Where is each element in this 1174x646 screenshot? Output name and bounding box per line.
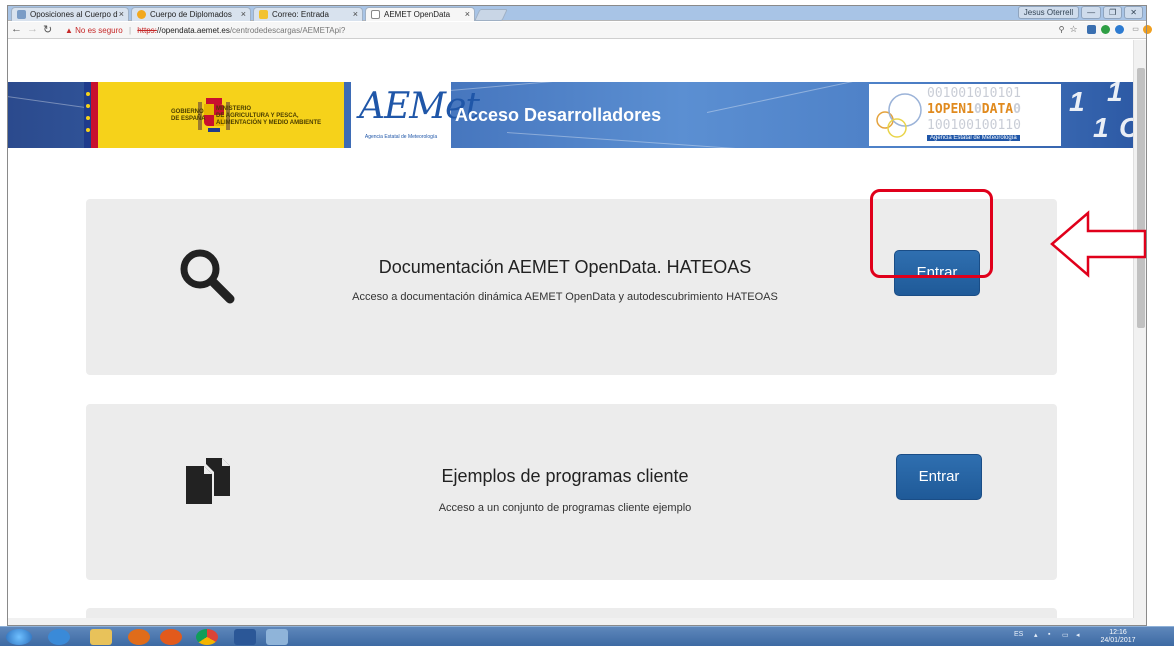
system-clock[interactable]: 12:16 24/01/2017 [1100, 629, 1136, 645]
mail-icon [259, 10, 268, 19]
card-description: Acceso a documentación dinámica AEMET Op… [352, 291, 778, 303]
tab-label: Correo: Entrada [272, 10, 329, 19]
network-icon[interactable]: ▪ [1048, 631, 1050, 638]
close-window-button[interactable]: ✕ [1124, 6, 1143, 19]
card-third [86, 608, 1057, 618]
tab-close-icon[interactable]: × [353, 9, 358, 19]
reload-icon[interactable]: ↻ [43, 23, 52, 36]
windows-taskbar: ES ▴ ▪ ▭ ◂ 12:16 24/01/2017 [0, 626, 1174, 646]
gov-label: GOBIERNO DE ESPAÑA [171, 109, 206, 122]
page-title: Acceso Desarrolladores [455, 105, 662, 125]
screenshot-frame: Oposiciones al Cuerpo d × Cuerpo de Dipl… [0, 0, 1174, 646]
restore-button[interactable]: ❐ [1103, 6, 1123, 19]
vertical-scrollbar[interactable] [1133, 40, 1147, 618]
extension-icon[interactable]: ▭ [1131, 25, 1140, 34]
browser-tab-strip: Oposiciones al Cuerpo d × Cuerpo de Dipl… [7, 6, 1147, 21]
folder-icon[interactable] [90, 629, 112, 645]
security-label[interactable]: No es seguro [75, 26, 123, 35]
binary-row: 100100100110 [927, 118, 1021, 133]
chrome-icon[interactable] [196, 629, 218, 645]
new-tab-button[interactable] [474, 9, 508, 21]
circles-logo-icon [876, 93, 922, 138]
decorative-digit: 1 [1093, 112, 1109, 143]
opendata-logo: 001001010101 1OPEN10DATA0 100100100110 A… [869, 84, 1061, 146]
aemet-logo: AEMet Agencia Estatal de Meteorología [351, 82, 480, 148]
tab-close-icon[interactable]: × [465, 9, 470, 19]
eu-flag-icon [84, 82, 98, 148]
internet-explorer-icon[interactable] [48, 629, 70, 645]
card-title: Ejemplos de programas cliente [441, 466, 689, 486]
card-title: Documentación AEMET OpenData. HATEOAS [378, 257, 752, 277]
search-icon [180, 249, 235, 304]
documents-icon [186, 458, 230, 504]
zoom-icon[interactable]: ⚲ [1057, 25, 1066, 34]
left-arrow-annotation-icon [1050, 210, 1147, 278]
clock-time: 12:16 [1109, 629, 1127, 636]
tab-close-icon[interactable]: × [241, 9, 246, 19]
extension-icon[interactable] [1087, 25, 1096, 34]
window-controls: Jesus Oterrell — ❐ ✕ [1017, 6, 1143, 19]
separator: | [128, 26, 132, 35]
binary-row: 001001010101 [927, 86, 1021, 101]
opendata-wordmark: 1OPEN10DATA0 [927, 102, 1021, 117]
battery-icon[interactable]: ▭ [1062, 631, 1069, 639]
tab-label: Oposiciones al Cuerpo d [30, 10, 118, 19]
language-indicator[interactable]: ES [1014, 631, 1023, 638]
app-icon[interactable] [266, 629, 288, 645]
forward-arrow-icon[interactable]: → [27, 23, 38, 35]
page-viewport: GOBIERNO DE ESPAÑA MINISTERIO DE AGRICUL… [7, 40, 1133, 618]
profile-button[interactable]: Jesus Oterrell [1017, 6, 1080, 19]
decorative-digit: 1 [1107, 82, 1123, 107]
start-button-icon[interactable] [6, 629, 32, 645]
tab-favicon-icon [17, 10, 26, 19]
url-path: /centrodedescargas/AEMETApi? [229, 26, 346, 35]
page-icon [371, 10, 380, 19]
tray-chevron-icon[interactable]: ▴ [1034, 631, 1038, 639]
clock-date: 24/01/2017 [1100, 637, 1136, 644]
opendata-agency-label: Agencia Estatal de Meteorología [927, 135, 1020, 141]
aemet-subtitle: Agencia Estatal de Meteorología [364, 134, 438, 140]
tab-aemet-opendata[interactable]: AEMET OpenData × [365, 7, 475, 21]
media-player-icon[interactable] [128, 629, 150, 645]
menu-icon[interactable] [1143, 25, 1152, 34]
browser-toolbar: ← → ↻ ▲ No es seguro | https://opendata.… [7, 22, 1152, 39]
tab-cuerpo-diplomados[interactable]: Cuerpo de Diplomados × [131, 7, 251, 21]
ministry-label: MINISTERIO DE AGRICULTURA Y PESCA, ALIME… [216, 106, 322, 126]
url-host: //opendata.aemet.es [156, 26, 230, 35]
address-bar[interactable]: ▲ No es seguro | https://opendata.aemet.… [65, 24, 1075, 37]
decorative-digit: C [1119, 112, 1133, 144]
volume-icon[interactable]: ◂ [1076, 631, 1080, 639]
card-ejemplos: Ejemplos de programas cliente Acceso a u… [86, 404, 1057, 580]
tab-oposiciones[interactable]: Oposiciones al Cuerpo d × [11, 7, 129, 21]
tab-close-icon[interactable]: × [119, 9, 124, 19]
bookmark-star-icon[interactable]: ☆ [1069, 25, 1078, 34]
card-description: Acceso a un conjunto de programas client… [438, 502, 692, 514]
extension-icon[interactable] [1115, 25, 1124, 34]
tab-correo[interactable]: Correo: Entrada × [253, 7, 363, 21]
government-logo: GOBIERNO DE ESPAÑA MINISTERIO DE AGRICUL… [84, 82, 344, 148]
highlight-box [870, 189, 993, 278]
tab-label: AEMET OpenData [384, 10, 451, 19]
entrar-button[interactable]: Entrar [896, 454, 982, 500]
tab-favicon-icon [137, 10, 146, 19]
header-banner: GOBIERNO DE ESPAÑA MINISTERIO DE AGRICUL… [7, 82, 1133, 148]
minimize-button[interactable]: — [1081, 6, 1102, 19]
decorative-digit: 1 [1069, 86, 1085, 117]
word-icon[interactable] [234, 629, 256, 645]
back-arrow-icon[interactable]: ← [11, 23, 22, 35]
extension-icon[interactable] [1101, 25, 1110, 34]
firefox-icon[interactable] [160, 629, 182, 645]
tab-label: Cuerpo de Diplomados [150, 10, 232, 19]
horizontal-scrollbar[interactable] [7, 618, 1147, 626]
scrollbar-thumb[interactable] [1137, 68, 1145, 328]
warning-icon: ▲ [65, 26, 73, 35]
url-protocol: https: [137, 26, 157, 35]
